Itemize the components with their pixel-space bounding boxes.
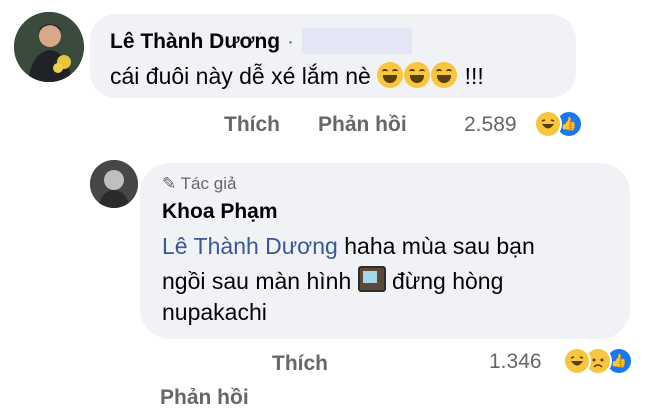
reply-reaction-count[interactable]: 1.346 — [489, 350, 542, 374]
haha-reaction-icon[interactable] — [563, 347, 591, 375]
comment-text: cái đuôi này dễ xé lắm nè !!! — [110, 62, 484, 90]
reply-text-line2: ngồi sau màn hình đừng hòng — [162, 266, 503, 295]
reply-text-line1: Lê Thành Dương haha mùa sau bạn — [162, 233, 535, 260]
reply-text-part1: haha mùa sau bạn — [337, 233, 535, 259]
reply-text-part2b: đừng hòng — [385, 268, 504, 294]
comment-author-name[interactable]: Lê Thành Dương — [110, 30, 280, 54]
reply-reply-button[interactable]: Phản hồi — [160, 386, 249, 410]
television-icon — [357, 266, 386, 292]
laughing-emoji-icon — [404, 62, 431, 88]
laughing-emoji-icon — [377, 62, 404, 88]
reply-author-avatar[interactable] — [90, 160, 138, 208]
author-badge-label: Tác giả — [180, 174, 237, 193]
haha-reaction-icon[interactable] — [534, 110, 562, 138]
author-separator: · — [287, 30, 294, 53]
reply-author-name[interactable]: Khoa Phạm — [162, 200, 278, 224]
pen-icon: ✎ — [162, 174, 177, 193]
author-badge: ✎ Tác giả — [162, 174, 236, 194]
like-button[interactable]: Thích — [224, 113, 280, 137]
laughing-emoji-icon — [431, 62, 458, 88]
reply-text-part2a: ngồi sau màn hình — [162, 268, 358, 294]
comment-text-suffix: !!! — [464, 63, 484, 89]
comment-text-body: cái đuôi này dễ xé lắm nè — [110, 63, 371, 89]
commenter-avatar[interactable] — [14, 12, 84, 82]
mention-link[interactable]: Lê Thành Dương — [162, 233, 338, 259]
reply-text-line3: nupakachi — [162, 299, 267, 325]
reply-like-button[interactable]: Thích — [272, 352, 328, 376]
reaction-count[interactable]: 2.589 — [464, 113, 517, 137]
reply-button[interactable]: Phản hồi — [318, 113, 407, 137]
redacted-area — [302, 28, 412, 54]
